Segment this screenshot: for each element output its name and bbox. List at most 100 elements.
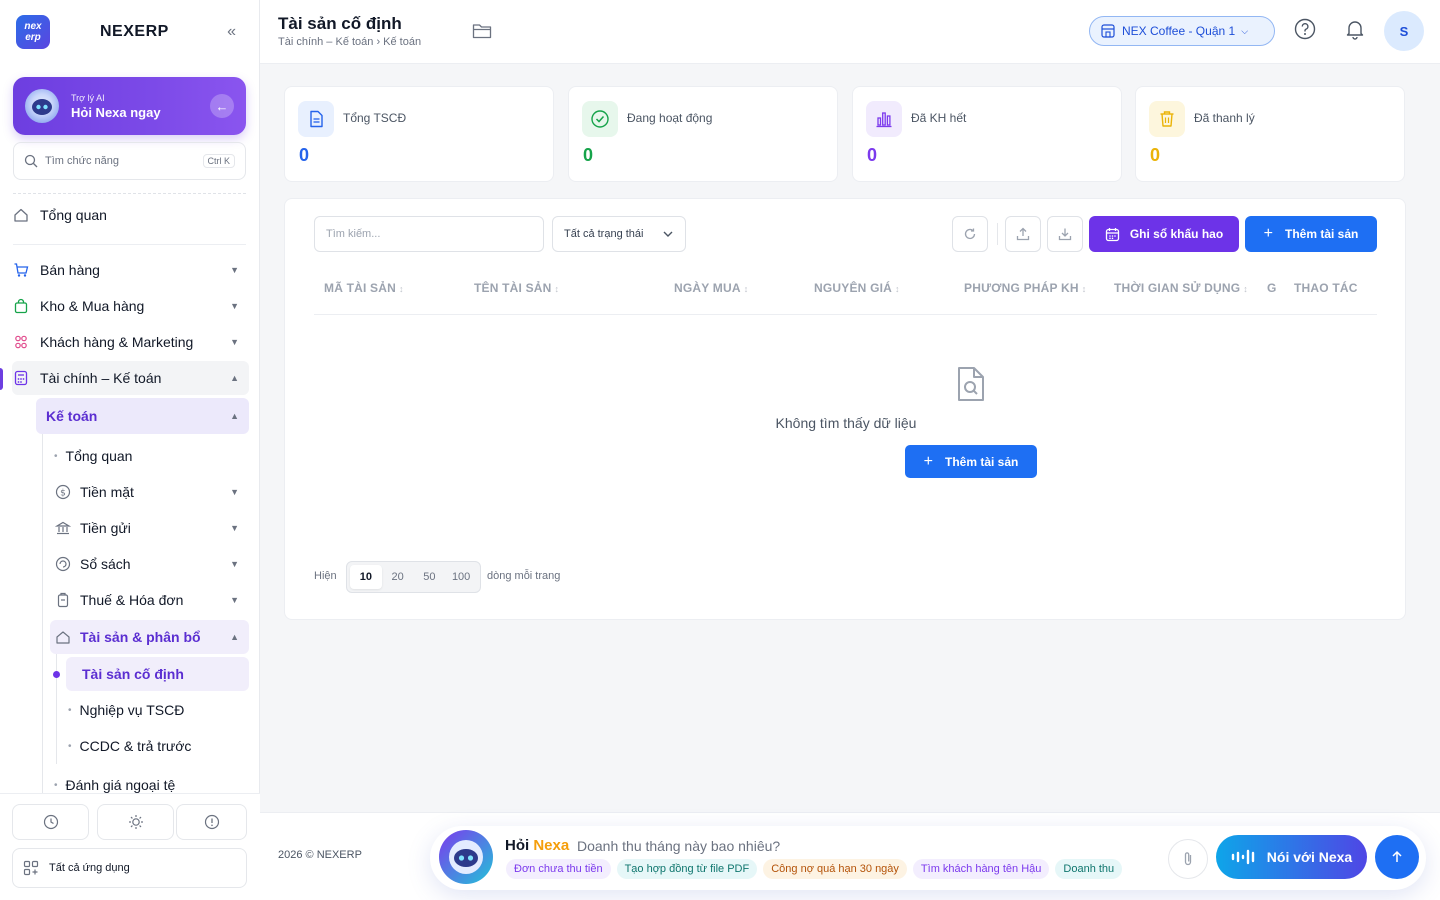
nexerp-logo[interactable]: nex erp bbox=[16, 15, 50, 49]
chat-title: Hỏi Nexa bbox=[505, 837, 570, 854]
status-filter-select[interactable]: Tất cả trạng thái bbox=[552, 216, 686, 252]
search-input[interactable] bbox=[314, 216, 544, 252]
export-button[interactable] bbox=[1047, 216, 1083, 252]
add-asset-button[interactable]: + Thêm tài sản bbox=[1245, 216, 1377, 252]
shortcut-badge: Ctrl K bbox=[202, 154, 235, 168]
sidebar-subitem-assets[interactable]: Tài sản & phân bổ ▲ bbox=[54, 626, 249, 648]
page-size-option[interactable]: 100 bbox=[445, 565, 477, 589]
sidebar-item-inventory[interactable]: Kho & Mua hàng ▼ bbox=[12, 295, 249, 317]
chat-suggested-question[interactable]: Doanh thu tháng này bao nhiêu? bbox=[577, 838, 780, 854]
column-header-useful-life[interactable]: THỜI GIAN SỬ DỤNG ↕ bbox=[1114, 281, 1248, 295]
suggestion-chip[interactable]: Tìm khách hàng tên Hậu bbox=[912, 859, 1050, 879]
column-header-asset-code[interactable]: MÃ TÀI SẢN ↕ bbox=[324, 281, 404, 295]
voice-button[interactable]: Nói với Nexa bbox=[1216, 835, 1367, 879]
column-header-purchase-date[interactable]: NGÀY MUA ↕ bbox=[674, 281, 748, 295]
sidebar-subitem-fixed-assets-label[interactable]: Tài sản cố định bbox=[82, 663, 247, 685]
column-header-g[interactable]: G bbox=[1267, 281, 1277, 295]
suggestion-chip[interactable]: Tạo hợp đồng từ file PDF bbox=[616, 859, 758, 879]
suggestion-chip[interactable]: Doanh thu bbox=[1055, 859, 1123, 879]
sidebar-subitem-overview[interactable]: • Tổng quan bbox=[54, 445, 249, 467]
brand-name: NEXERP bbox=[100, 23, 169, 40]
grid-icon bbox=[23, 860, 39, 876]
logo-row: nex erp NEXERP « bbox=[16, 14, 244, 50]
sidebar-subitem-books[interactable]: Sổ sách ▼ bbox=[54, 553, 249, 575]
active-indicator bbox=[0, 368, 3, 390]
sidebar-item-overview[interactable]: Tổng quan bbox=[12, 204, 247, 226]
folder-icon[interactable] bbox=[472, 22, 492, 40]
page-size-selector: 10 20 50 100 bbox=[346, 561, 481, 593]
bullet: • bbox=[68, 740, 72, 752]
suggestion-chip[interactable]: Đơn chưa thu tiền bbox=[506, 859, 611, 879]
sidebar-item-label: Tài chính – Kế toán bbox=[40, 370, 162, 386]
stat-label: Tổng TSCĐ bbox=[343, 111, 407, 125]
suggestion-chip[interactable]: Công nợ quá hạn 30 ngày bbox=[763, 859, 907, 879]
ai-card-title: Hỏi Nexa ngay bbox=[71, 104, 161, 120]
clock-icon bbox=[43, 814, 58, 830]
chevron-down-icon: ▼ bbox=[230, 337, 239, 347]
bullet: • bbox=[54, 779, 58, 791]
sidebar-item-label: Khách hàng & Marketing bbox=[40, 334, 194, 350]
sidebar-item-label: Bán hàng bbox=[40, 262, 100, 278]
sidebar-item-sales[interactable]: Bán hàng ▼ bbox=[12, 259, 249, 281]
bar-chart-icon bbox=[866, 101, 902, 137]
record-depreciation-button[interactable]: Ghi sổ khấu hao bbox=[1089, 216, 1239, 252]
check-circle-icon bbox=[582, 101, 618, 137]
active-dot bbox=[53, 671, 60, 678]
arrow-left-icon[interactable]: ← bbox=[210, 94, 234, 118]
chevron-down-icon: ▼ bbox=[230, 265, 239, 275]
alert-circle-icon bbox=[204, 814, 219, 830]
import-button[interactable] bbox=[1005, 216, 1041, 252]
chevron-down-icon: ▼ bbox=[230, 301, 239, 311]
sidebar-subitem-tax[interactable]: Thuế & Hóa đơn ▼ bbox=[54, 589, 249, 611]
stat-label: Đang hoạt động bbox=[627, 111, 713, 125]
ai-assistant-card[interactable]: Trợ lý AI Hỏi Nexa ngay ← bbox=[13, 77, 246, 135]
stat-value: 0 bbox=[583, 145, 594, 165]
page-size-option[interactable]: 10 bbox=[350, 565, 382, 589]
collapse-sidebar-icon[interactable]: « bbox=[227, 23, 236, 41]
empty-add-asset-button[interactable]: + Thêm tài sản bbox=[905, 445, 1037, 478]
stat-value: 0 bbox=[867, 145, 878, 165]
report-button[interactable] bbox=[176, 804, 247, 840]
chevron-down-icon bbox=[663, 231, 673, 237]
plus-icon: + bbox=[1263, 225, 1273, 242]
ai-card-subtitle: Trợ lý AI bbox=[71, 92, 105, 103]
breadcrumb[interactable]: Tài chính – Kế toán › Kế toán bbox=[278, 36, 421, 48]
upload-icon bbox=[1016, 227, 1030, 241]
bell-icon[interactable] bbox=[1344, 18, 1366, 40]
tax-icon bbox=[54, 591, 72, 609]
column-header-asset-name[interactable]: TÊN TÀI SẢN ↕ bbox=[474, 281, 559, 295]
stat-card-active: Đang hoạt động 0 bbox=[568, 86, 838, 182]
function-search[interactable]: Tìm chức năng Ctrl K bbox=[13, 142, 246, 180]
chevron-up-icon: ▲ bbox=[230, 411, 239, 421]
all-apps-button[interactable]: Tất cả ứng dụng bbox=[12, 848, 247, 888]
sidebar-item-accounting-label[interactable]: Kế toán ▲ bbox=[46, 405, 249, 427]
sidebar-subitem-deposit[interactable]: Tiền gửi ▼ bbox=[54, 517, 249, 539]
theme-button[interactable] bbox=[97, 804, 174, 840]
page-size-label: Hiện bbox=[314, 570, 337, 582]
chevron-up-icon: ▲ bbox=[230, 373, 239, 383]
refresh-button[interactable] bbox=[952, 216, 988, 252]
branch-selector[interactable]: NEX Coffee - Quận 1 ⌵ bbox=[1089, 16, 1275, 46]
sidebar-item-customers[interactable]: Khách hàng & Marketing ▼ bbox=[12, 331, 249, 353]
asset-icon bbox=[54, 628, 72, 646]
send-button[interactable] bbox=[1375, 835, 1419, 879]
help-icon[interactable] bbox=[1294, 18, 1316, 40]
sidebar-item-finance[interactable]: Tài chính – Kế toán ▲ bbox=[12, 367, 249, 389]
column-header-original-cost[interactable]: NGUYÊN GIÁ ↕ bbox=[814, 281, 900, 295]
column-header-depreciation-method[interactable]: PHƯƠNG PHÁP KH ↕ bbox=[964, 281, 1087, 295]
history-button[interactable] bbox=[12, 804, 89, 840]
search-icon bbox=[24, 154, 38, 168]
sidebar-subitem-asset-operations[interactable]: • Nghiệp vụ TSCĐ bbox=[68, 699, 248, 721]
sort-icon: ↕ bbox=[743, 284, 749, 294]
file-search-icon bbox=[958, 367, 984, 401]
attach-button[interactable] bbox=[1168, 839, 1208, 879]
chevron-down-icon: ▼ bbox=[230, 559, 239, 569]
page-size-option[interactable]: 20 bbox=[382, 565, 414, 589]
arrow-up-icon bbox=[1392, 850, 1402, 862]
tree-line bbox=[42, 434, 43, 794]
page-size-option[interactable]: 50 bbox=[414, 565, 446, 589]
sidebar-subitem-tools-prepaid[interactable]: • CCDC & trả trước bbox=[68, 735, 248, 757]
sidebar-subitem-cash[interactable]: $ Tiền mặt ▼ bbox=[54, 481, 249, 503]
sidebar: nex erp NEXERP « Trợ lý AI Hỏi Nexa ngay… bbox=[0, 0, 260, 900]
user-avatar[interactable]: S bbox=[1384, 11, 1424, 51]
